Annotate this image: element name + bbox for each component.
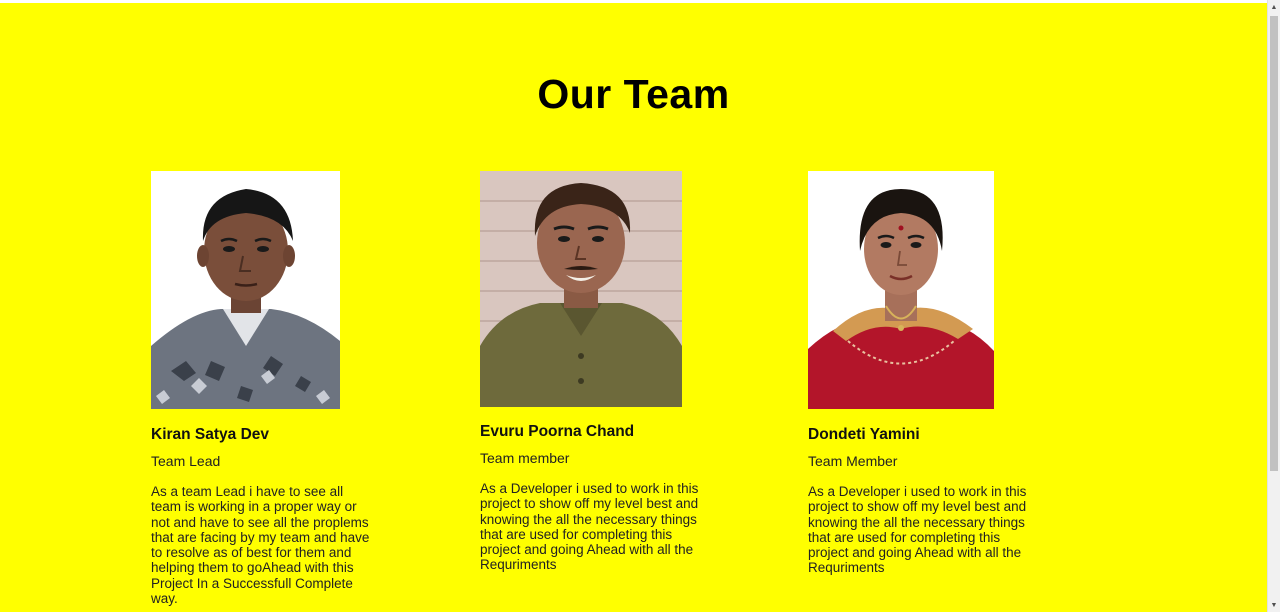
member-bio-3: As a Developer i used to work in this pr… <box>808 484 1027 576</box>
team-member-card-2: Evuru Poorna Chand Team member As a Deve… <box>480 171 710 572</box>
member-bio-2: As a Developer i used to work in this pr… <box>480 481 699 573</box>
member-name-3: Dondeti Yamini <box>808 426 920 443</box>
member-role-3: Team Member <box>808 453 898 469</box>
member-photo-2 <box>480 171 682 407</box>
page-body: Our Team Kiran Satya Dev Team Lead As a … <box>0 3 1267 612</box>
member-name-1: Kiran Satya Dev <box>151 426 270 443</box>
scrollbar-thumb[interactable] <box>1270 16 1278 471</box>
member-photo-3 <box>808 171 994 409</box>
member-role-1: Team Lead <box>151 453 221 469</box>
member-bio-1: As a team Lead i have to see all team is… <box>151 484 370 607</box>
member-photo-1 <box>151 171 340 409</box>
scroll-up-arrow-icon[interactable]: ▲ <box>1268 0 1280 14</box>
team-member-card-1: Kiran Satya Dev Team Lead As a team Lead… <box>151 171 381 606</box>
page-title: Our Team <box>537 71 730 117</box>
team-member-card-3: Dondeti Yamini Team Member As a Develope… <box>808 171 1038 575</box>
vertical-scrollbar[interactable]: ▲ ▼ <box>1267 0 1280 612</box>
member-role-2: Team member <box>480 450 570 466</box>
scroll-down-arrow-icon[interactable]: ▼ <box>1268 598 1280 612</box>
member-name-2: Evuru Poorna Chand <box>480 423 635 440</box>
